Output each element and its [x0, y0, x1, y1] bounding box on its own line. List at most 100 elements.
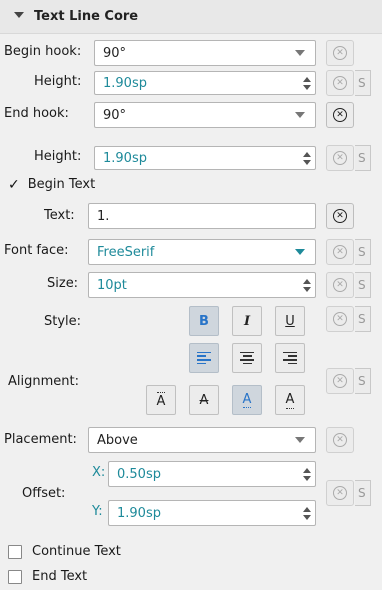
spinner-arrows-icon[interactable]	[299, 462, 315, 486]
italic-toggle[interactable]: I	[232, 306, 262, 336]
end-hook-combo[interactable]: 90°	[94, 102, 316, 128]
chevron-down-icon	[295, 437, 305, 443]
spinner-arrows-icon[interactable]	[299, 147, 315, 169]
section-title-row[interactable]: Text Line Core	[14, 9, 138, 24]
continue-text-checkbox[interactable]: Continue Text	[8, 544, 121, 559]
begin-hook-combo[interactable]: 90°	[94, 40, 316, 66]
style-button[interactable]: S	[355, 480, 371, 506]
style-button[interactable]: S	[355, 306, 371, 332]
underline-icon: U	[285, 313, 295, 329]
placement-label: Placement:	[4, 432, 77, 447]
checkbox-box[interactable]	[8, 569, 22, 584]
reset-icon: ✕	[333, 312, 347, 326]
alignment-label: Alignment:	[8, 374, 79, 389]
align-right-toggle[interactable]	[275, 343, 305, 373]
section-title: Text Line Core	[34, 9, 139, 24]
spinner-arrows-icon[interactable]	[299, 72, 315, 94]
spinner-arrows-icon[interactable]	[299, 501, 315, 525]
underline-toggle[interactable]: U	[275, 306, 305, 336]
reset-size-button[interactable]: ✕	[326, 272, 354, 298]
font-face-value: FreeSerif	[97, 245, 155, 260]
checkmark-icon: ✓	[8, 176, 20, 193]
font-face-combo[interactable]: FreeSerif	[88, 239, 316, 265]
bold-toggle[interactable]: B	[189, 306, 219, 336]
size-value: 10pt	[97, 278, 127, 293]
section-header[interactable]: Text Line Core	[0, 0, 382, 34]
valign-bottom-toggle[interactable]: A	[275, 385, 305, 415]
size-spinbox[interactable]: 10pt	[88, 272, 316, 298]
collapse-arrow-icon[interactable]	[14, 12, 24, 18]
reset-begin-hook-button[interactable]: ✕	[326, 40, 354, 66]
reset-icon: ✕	[333, 374, 347, 388]
offset-x-label: X:	[92, 465, 106, 480]
spinner-arrows-icon[interactable]	[299, 273, 315, 297]
reset-icon: ✕	[333, 245, 347, 259]
style-button[interactable]: S	[355, 272, 371, 298]
offset-y-value: 1.90sp	[117, 506, 161, 521]
begin-hook-label: Begin hook:	[4, 44, 82, 59]
reset-icon: ✕	[333, 433, 347, 447]
chevron-down-icon	[295, 249, 305, 255]
bold-icon: B	[199, 313, 209, 329]
reset-placement-button[interactable]: ✕	[326, 427, 354, 453]
begin-height-spinbox[interactable]: 1.90sp	[94, 71, 316, 95]
end-hook-value: 90°	[103, 108, 127, 123]
text-value: 1.	[97, 209, 110, 224]
reset-icon: ✕	[333, 278, 347, 292]
valign-top-icon: A	[156, 391, 166, 409]
reset-icon: ✕	[333, 76, 347, 90]
placement-combo[interactable]: Above	[88, 427, 316, 453]
offset-y-label: Y:	[92, 504, 103, 519]
reset-alignment-button[interactable]: ✕	[326, 368, 354, 394]
text-input[interactable]: 1.	[88, 203, 316, 229]
begin-text-label: Begin Text	[27, 177, 96, 192]
offset-y-spinbox[interactable]: 1.90sp	[108, 500, 316, 526]
chevron-down-icon	[295, 112, 305, 118]
reset-icon: ✕	[333, 151, 347, 165]
chevron-down-icon	[295, 50, 305, 56]
valign-top-toggle[interactable]: A	[146, 385, 176, 415]
size-label: Size:	[47, 276, 79, 291]
valign-bottom-icon: A	[285, 391, 295, 409]
valign-middle-toggle[interactable]: A	[189, 385, 219, 415]
begin-text-checkbox[interactable]: ✓ Begin Text	[8, 177, 95, 192]
reset-begin-height-button[interactable]: ✕	[326, 70, 354, 96]
align-left-icon	[197, 351, 211, 365]
valign-baseline-toggle[interactable]: A	[232, 385, 262, 415]
end-text-checkbox[interactable]: End Text	[8, 569, 87, 584]
reset-style-button[interactable]: ✕	[326, 306, 354, 332]
end-hook-label: End hook:	[4, 106, 69, 121]
style-button[interactable]: S	[355, 239, 371, 265]
begin-height-value: 1.90sp	[103, 76, 147, 91]
offset-x-spinbox[interactable]: 0.50sp	[108, 461, 316, 487]
align-center-toggle[interactable]	[232, 343, 262, 373]
offset-label: Offset:	[22, 486, 66, 501]
reset-icon: ✕	[333, 108, 347, 122]
reset-text-button[interactable]: ✕	[326, 203, 354, 229]
align-right-icon	[283, 351, 297, 365]
end-height-spinbox[interactable]: 1.90sp	[94, 146, 316, 170]
reset-icon: ✕	[333, 486, 347, 500]
placement-value: Above	[97, 433, 138, 448]
reset-font-face-button[interactable]: ✕	[326, 239, 354, 265]
end-height-value: 1.90sp	[103, 151, 147, 166]
checkbox-box[interactable]	[8, 544, 22, 559]
offset-x-value: 0.50sp	[117, 467, 161, 482]
reset-end-hook-button[interactable]: ✕	[326, 102, 354, 128]
style-button[interactable]: S	[355, 70, 371, 96]
begin-hook-value: 90°	[103, 46, 127, 61]
text-label: Text:	[44, 208, 75, 223]
style-label: Style:	[44, 314, 82, 329]
begin-height-label: Height:	[34, 74, 82, 89]
font-face-label: Font face:	[4, 243, 69, 258]
reset-icon: ✕	[333, 46, 347, 60]
style-button[interactable]: S	[355, 368, 371, 394]
style-button[interactable]: S	[355, 145, 371, 171]
end-text-label: End Text	[32, 569, 88, 584]
continue-text-label: Continue Text	[32, 544, 121, 559]
end-height-label: Height:	[34, 149, 82, 164]
align-center-icon	[240, 351, 254, 365]
align-left-toggle[interactable]	[189, 343, 219, 373]
reset-end-height-button[interactable]: ✕	[326, 145, 354, 171]
reset-offset-button[interactable]: ✕	[326, 480, 354, 506]
